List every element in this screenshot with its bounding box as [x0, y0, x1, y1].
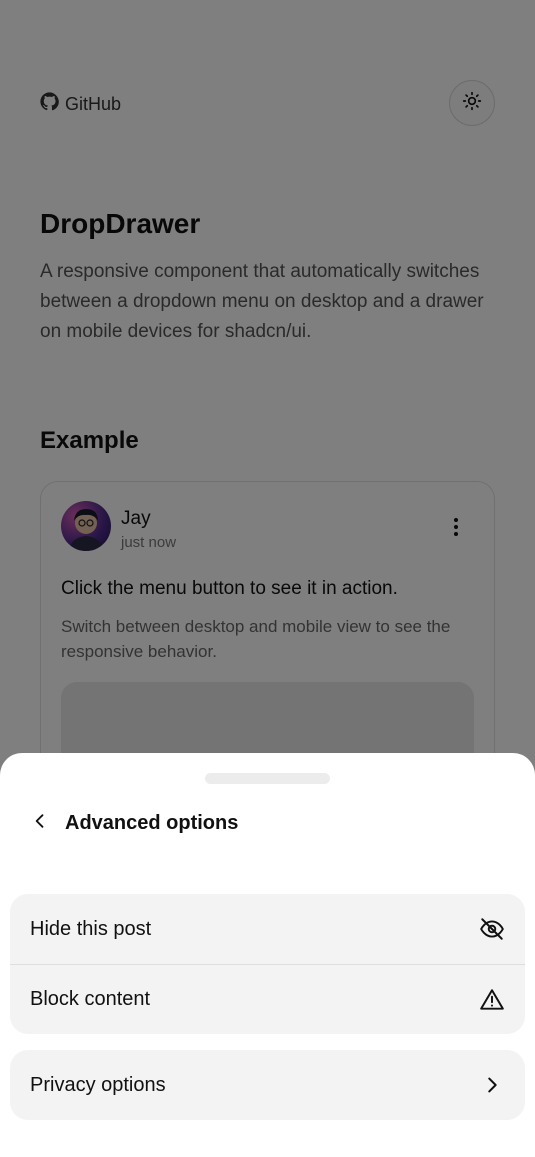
chevron-right-icon: [479, 1072, 505, 1098]
drawer-handle[interactable]: [205, 773, 330, 784]
menu-group-secondary: Privacy options: [10, 1050, 525, 1120]
menu-item-label: Hide this post: [30, 917, 152, 940]
menu-item-privacy-options[interactable]: Privacy options: [10, 1050, 525, 1120]
bottom-drawer: Advanced options Hide this post Block co…: [0, 753, 535, 1157]
menu-item-label: Block content: [30, 988, 151, 1010]
drawer-title: Advanced options: [65, 811, 239, 834]
eye-off-icon: [479, 916, 505, 942]
menu-item-hide-post[interactable]: Hide this post: [10, 894, 525, 964]
drawer-header: Advanced options: [25, 808, 238, 838]
chevron-left-icon: [30, 811, 50, 836]
alert-triangle-icon: [479, 987, 505, 1013]
menu-item-label: Privacy options: [30, 1073, 166, 1096]
menu-item-block-content[interactable]: Block content: [10, 964, 525, 1034]
menu-group-primary: Hide this post Block content: [10, 894, 525, 1034]
back-button[interactable]: [25, 808, 55, 838]
